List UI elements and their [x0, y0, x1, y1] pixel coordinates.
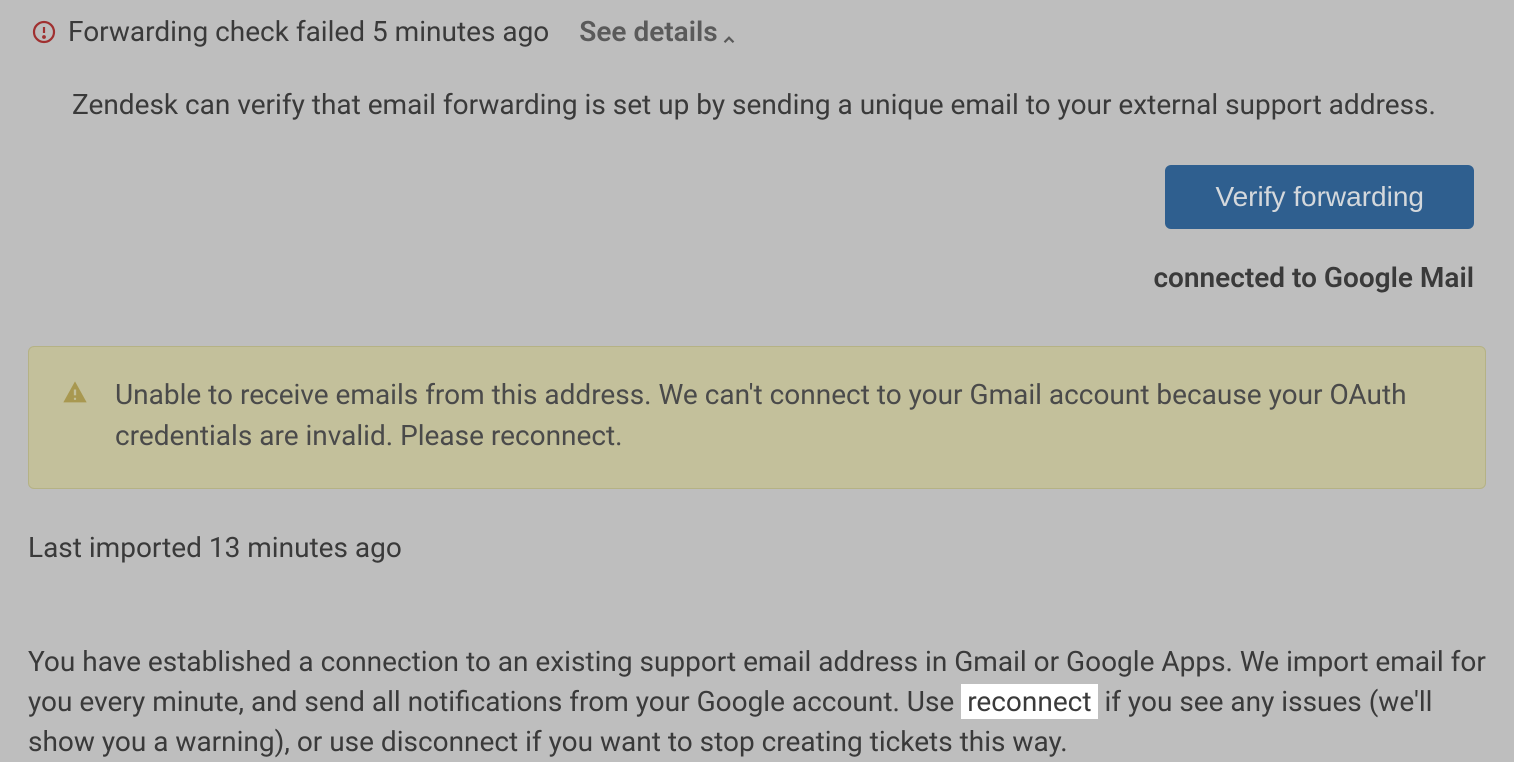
chevron-up-icon	[720, 23, 738, 41]
forwarding-status-text: Forwarding check failed 5 minutes ago	[68, 15, 549, 48]
verify-forwarding-button[interactable]: Verify forwarding	[1165, 165, 1474, 229]
warning-triangle-icon	[61, 379, 89, 407]
see-details-label: See details	[579, 15, 717, 48]
warning-message: Unable to receive emails from this addre…	[115, 375, 1453, 456]
alert-circle-icon	[32, 20, 56, 44]
verify-button-row: Verify forwarding	[28, 165, 1486, 229]
reconnect-link[interactable]: reconnect	[961, 684, 1097, 719]
forwarding-description: Zendesk can verify that email forwarding…	[72, 88, 1486, 121]
last-imported-text: Last imported 13 minutes ago	[28, 531, 1486, 564]
connected-status: connected to Google Mail	[28, 261, 1486, 294]
connection-info-text: You have established a connection to an …	[28, 642, 1486, 761]
forwarding-status-header: Forwarding check failed 5 minutes ago Se…	[28, 15, 1486, 48]
see-details-toggle[interactable]: See details	[579, 15, 737, 48]
warning-alert-box: Unable to receive emails from this addre…	[28, 346, 1486, 489]
